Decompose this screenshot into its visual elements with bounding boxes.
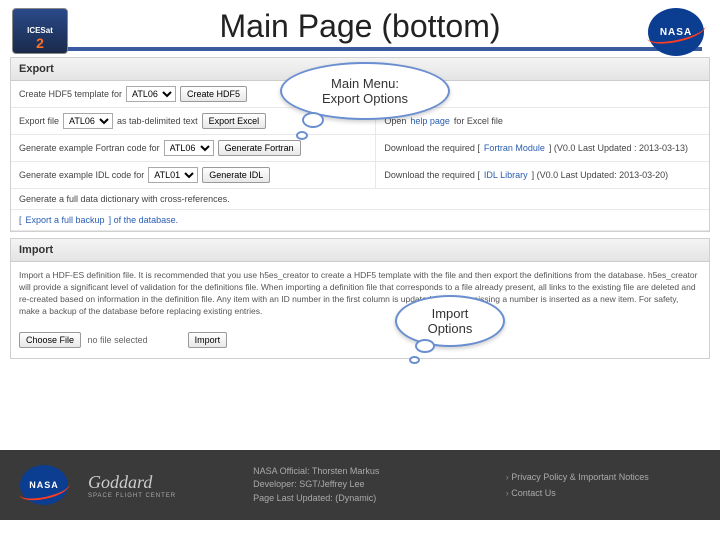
import-panel: Import Import a HDF-ES definition file. … [10, 238, 710, 359]
gen-idl-button[interactable]: Generate IDL [202, 167, 270, 183]
privacy-link[interactable]: Privacy Policy & Important Notices [506, 469, 700, 485]
import-button[interactable]: Import [188, 332, 228, 348]
footer-info: NASA Official: Thorsten Markus Developer… [253, 465, 506, 506]
fortran-module-link[interactable]: Fortran Module [484, 143, 545, 153]
export-excel-button[interactable]: Export Excel [202, 113, 267, 129]
gen-fortran-select[interactable]: ATL06 [164, 140, 214, 156]
data-dictionary-label: Generate a full data dictionary with cro… [11, 189, 709, 209]
callout-export: Main Menu: Export Options [280, 62, 450, 120]
create-hdf5-select[interactable]: ATL06 [126, 86, 176, 102]
gen-fortran-button[interactable]: Generate Fortran [218, 140, 301, 156]
goddard-logo: Goddard SPACE FLIGHT CENTER [88, 472, 176, 499]
create-hdf5-button[interactable]: Create HDF5 [180, 86, 247, 102]
import-description: Import a HDF-ES definition file. It is r… [11, 262, 709, 326]
gen-idl-label: Generate example IDL code for [19, 170, 144, 180]
page-footer: NASA Goddard SPACE FLIGHT CENTER NASA Of… [0, 450, 720, 520]
no-file-label: no file selected [88, 335, 148, 345]
gen-fortran-label: Generate example Fortran code for [19, 143, 160, 153]
gen-idl-select[interactable]: ATL01 [148, 167, 198, 183]
create-hdf5-label: Create HDF5 template for [19, 89, 122, 99]
header-rule [18, 47, 702, 51]
nasa-logo: NASA [648, 8, 708, 58]
export-file-label: Export file [19, 116, 59, 126]
import-heading: Import [11, 239, 709, 262]
callout-import: Import Options [395, 295, 505, 347]
page-title: Main Page (bottom) [219, 8, 500, 45]
help-page-link[interactable]: help page [410, 116, 450, 126]
contact-link[interactable]: Contact Us [506, 485, 700, 501]
export-file-select[interactable]: ATL06 [63, 113, 113, 129]
choose-file-button[interactable]: Choose File [19, 332, 81, 348]
idl-library-link[interactable]: IDL Library [484, 170, 528, 180]
export-backup-link[interactable]: Export a full backup [26, 215, 105, 225]
icesat2-logo: ICESat2 [12, 8, 70, 56]
footer-nasa-logo: NASA [20, 465, 68, 505]
